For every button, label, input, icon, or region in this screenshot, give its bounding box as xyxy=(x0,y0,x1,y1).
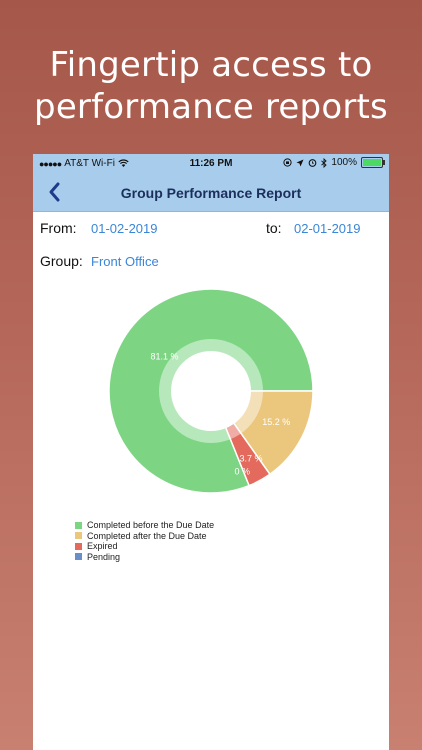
from-label: From: xyxy=(40,220,77,236)
navigation-bar: Group Performance Report xyxy=(33,174,389,212)
to-label: to: xyxy=(266,220,282,236)
legend-swatch xyxy=(75,532,82,540)
slice-label-expired: 3.7 % xyxy=(240,453,263,463)
bluetooth-icon xyxy=(321,157,328,168)
legend-label: Pending xyxy=(87,551,121,562)
battery-icon xyxy=(361,157,385,168)
legend-item-expired: Expired xyxy=(75,541,214,552)
slice-label-pending: 0 % xyxy=(235,467,251,477)
headline-line-1: Fingertip access to xyxy=(49,45,373,85)
legend-label: Completed after the Due Date xyxy=(87,530,207,541)
legend-swatch xyxy=(75,542,82,550)
lock-rotation-icon xyxy=(283,158,293,167)
status-bar: ●●●●● AT&T Wi-Fi 11:26 PM 100% xyxy=(33,154,389,174)
battery-percent: 100% xyxy=(331,157,357,168)
headline: Fingertip access to performance reports xyxy=(0,44,422,128)
legend-item-completed_after: Completed after the Due Date xyxy=(75,531,214,542)
legend-swatch xyxy=(75,553,82,561)
donut-hole xyxy=(171,351,251,431)
phone-screen: ●●●●● AT&T Wi-Fi 11:26 PM 100% Group Per… xyxy=(33,154,389,750)
group-label: Group: xyxy=(40,253,83,269)
legend-label: Expired xyxy=(87,541,118,551)
group-selector[interactable]: Front Office xyxy=(91,254,159,269)
alarm-icon xyxy=(309,159,317,167)
to-date-field[interactable]: 02-01-2019 xyxy=(294,221,361,236)
legend-item-pending: Pending xyxy=(75,552,214,563)
performance-donut-chart: 81.1 % 15.2 % 3.7 % 0 % xyxy=(108,288,314,494)
legend-label: Completed before the Due Date xyxy=(87,520,215,530)
chart-legend: Completed before the Due Date Completed a… xyxy=(75,520,214,562)
from-date-field[interactable]: 01-02-2019 xyxy=(91,221,158,236)
slice-label-completed_before: 81.1 % xyxy=(150,352,178,362)
page-title: Group Performance Report xyxy=(120,185,302,201)
headline-line-2: performance reports xyxy=(34,87,388,127)
legend-item-completed_before: Completed before the Due Date xyxy=(75,520,214,531)
location-icon xyxy=(296,159,304,166)
slice-label-completed_after: 15.2 % xyxy=(262,417,290,427)
legend-swatch xyxy=(75,521,82,529)
